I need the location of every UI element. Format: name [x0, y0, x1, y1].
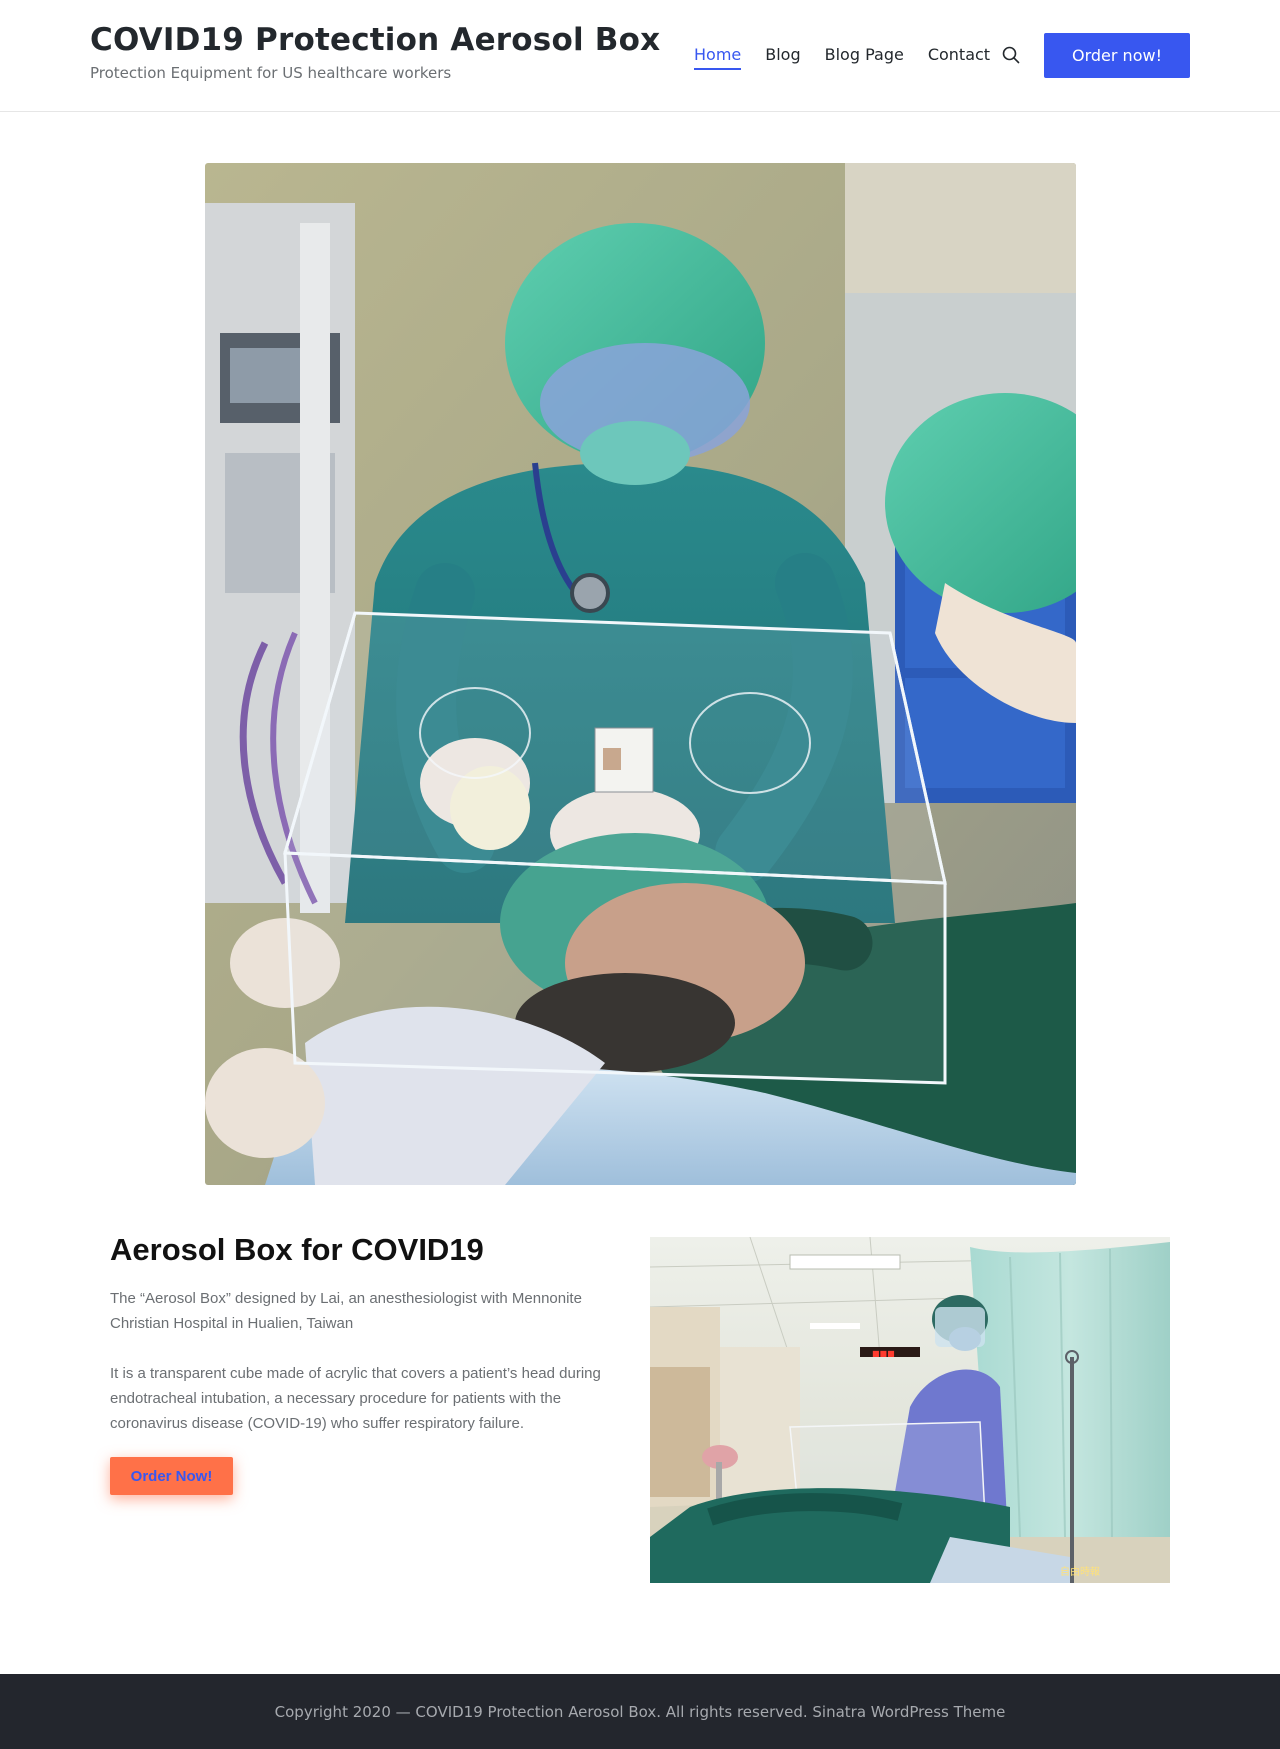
site-title[interactable]: COVID19 Protection Aerosol Box — [90, 22, 660, 58]
content-heading: Aerosol Box for COVID19 — [110, 1232, 484, 1267]
site-tagline: Protection Equipment for US healthcare w… — [90, 64, 452, 82]
nav-item-blog[interactable]: Blog — [765, 45, 800, 65]
svg-text:■■■: ■■■ — [872, 1349, 895, 1358]
search-icon — [1002, 46, 1020, 64]
search-button[interactable] — [1000, 44, 1022, 66]
main-nav: Home Blog Blog Page Contact — [694, 44, 990, 70]
nav-item-home[interactable]: Home — [694, 45, 742, 70]
hero-image — [205, 163, 1076, 1185]
order-now-button[interactable]: Order Now! — [110, 1457, 233, 1495]
side-image: ■■■ 自由時報 — [650, 1237, 1170, 1583]
intro-paragraph: The “Aerosol Box” designed by Lai, an an… — [110, 1290, 582, 1332]
order-now-header-button[interactable]: Order now! — [1044, 33, 1190, 78]
description-paragraph: It is a transparent cube made of acrylic… — [110, 1365, 601, 1432]
footer-copyright: Copyright 2020 — COVID19 Protection Aero… — [274, 1702, 1006, 1721]
watermark-text: 自由時報 — [1060, 1565, 1100, 1578]
nav-item-blog-page[interactable]: Blog Page — [825, 45, 904, 65]
nav-item-contact[interactable]: Contact — [928, 45, 990, 65]
site-footer: Copyright 2020 — COVID19 Protection Aero… — [0, 1674, 1280, 1749]
site-header: COVID19 Protection Aerosol Box Protectio… — [0, 0, 1280, 112]
